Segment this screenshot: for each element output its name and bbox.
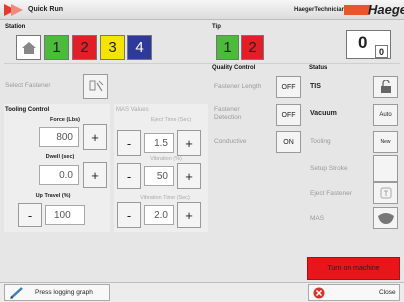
station-tile-3[interactable]: 3 (100, 35, 125, 60)
tis-label: TIS (310, 83, 321, 90)
pen-icon (10, 287, 23, 299)
tip-counter: 0 0 (346, 30, 391, 59)
mas-status-button[interactable] (373, 207, 398, 229)
bowl-icon (377, 213, 394, 224)
close-label: Close (379, 289, 396, 296)
logging-graph-label: Press logging graph (35, 289, 93, 296)
vibration-label: Vibration (%) (150, 156, 182, 162)
vibration-value[interactable]: 50 (144, 166, 174, 186)
user-name: HaegerTechnician (294, 7, 346, 13)
force-label: Force (Lbs) (50, 117, 80, 123)
home-icon (21, 41, 36, 54)
vibration-time-label: Vibration Time (Sec) (140, 195, 190, 201)
brand-logo: Haeger (368, 2, 404, 17)
up-travel-value[interactable]: 100 (45, 205, 85, 225)
tip-counter-main: 0 (358, 33, 368, 52)
eject-time-value[interactable]: 1.5 (144, 133, 174, 153)
status-label: Status (309, 65, 328, 71)
eject-time-minus-button[interactable]: - (117, 130, 141, 156)
fastener-icon (89, 80, 103, 91)
mas-status-label: MAS (310, 215, 325, 222)
tip-counter-sub: 0 (375, 45, 388, 58)
dwell-plus-button[interactable]: + (83, 162, 107, 188)
setup-stroke-label: Setup Stroke (310, 165, 348, 172)
tooling-label: Tooling Control (5, 107, 50, 113)
tooling-status-button[interactable]: New (373, 131, 398, 153)
vibration-time-minus-button[interactable]: - (117, 202, 141, 228)
up-travel-label: Up Travel (%) (35, 193, 71, 199)
dwell-value[interactable]: 0.0 (39, 165, 79, 185)
eject-time-label: Eject Time (Sec) (150, 117, 192, 123)
eject-icon (380, 187, 391, 199)
divider (4, 63, 400, 64)
logging-graph-button[interactable]: Press logging graph (4, 284, 110, 301)
eject-time-plus-button[interactable]: + (177, 130, 201, 156)
tip-tile-1[interactable]: 1 (216, 35, 239, 60)
tip-label: Tip (212, 24, 221, 30)
home-button[interactable] (16, 35, 41, 60)
title-bar: Quick Run HaegerTechnician Haeger (0, 0, 404, 20)
app-logo-icon (4, 4, 23, 16)
setup-stroke-button[interactable] (373, 155, 398, 182)
force-plus-button[interactable]: + (83, 124, 107, 150)
fastener-detection-toggle[interactable]: OFF (276, 104, 301, 126)
fastener-detection-label: Fastener Detection (214, 106, 242, 121)
vibration-plus-button[interactable]: + (177, 163, 201, 189)
vibration-time-plus-button[interactable]: + (177, 202, 201, 228)
vacuum-label: Vacuum (310, 110, 337, 117)
fastener-length-toggle[interactable]: OFF (276, 76, 301, 98)
close-button[interactable]: Close (308, 284, 400, 301)
station-tile-2[interactable]: 2 (72, 35, 97, 60)
tooling-status-label: Tooling (310, 138, 331, 145)
dwell-label: Dwell (sec) (45, 154, 75, 160)
station-label: Station (5, 24, 26, 30)
eject-fastener-label: Eject Fastener (310, 190, 352, 197)
tis-status-button[interactable] (373, 76, 398, 98)
tip-tile-2[interactable]: 2 (241, 35, 264, 60)
conductive-label: Conductive (214, 138, 247, 145)
window-title: Quick Run (28, 6, 64, 13)
select-fastener-label: Select Fastener (5, 82, 51, 89)
close-icon (313, 287, 325, 299)
vacuum-status-button[interactable]: Auto (373, 104, 398, 126)
brand-bar (344, 5, 370, 15)
eject-fastener-button[interactable] (373, 182, 398, 204)
station-tile-4[interactable]: 4 (127, 35, 152, 60)
up-travel-minus-button[interactable]: - (18, 203, 42, 227)
mas-label: MAS Values (116, 107, 149, 113)
fastener-length-label: Fastener Length (214, 83, 262, 90)
unlock-icon (380, 80, 391, 93)
select-fastener-button[interactable] (83, 74, 108, 99)
turn-on-machine-button[interactable]: Turn on machine (307, 257, 400, 280)
vibration-minus-button[interactable]: - (117, 163, 141, 189)
station-tile-1[interactable]: 1 (44, 35, 69, 60)
vibration-time-value[interactable]: 2.0 (144, 205, 174, 225)
quality-control-label: Quality Control (212, 65, 256, 71)
conductive-toggle[interactable]: ON (276, 131, 301, 153)
force-value[interactable]: 800 (39, 127, 79, 147)
